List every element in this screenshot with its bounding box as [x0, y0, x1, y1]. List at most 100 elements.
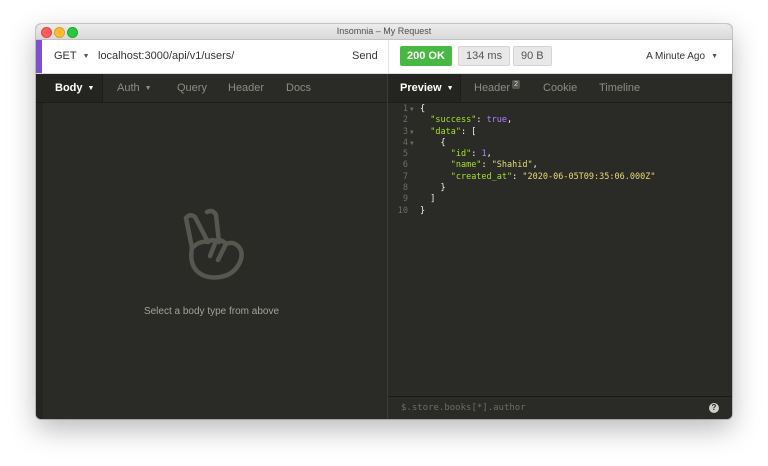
chevron-down-icon: ▼ — [711, 53, 718, 60]
tab-auth-label: Auth — [117, 82, 140, 94]
sidebar-edge — [36, 74, 43, 419]
code-token: : — [471, 149, 482, 160]
request-tabs: Body ▼ Auth ▼ Query Header Docs — [36, 74, 387, 103]
tab-cookie[interactable]: Cookie — [543, 74, 577, 102]
code-token: "success" — [430, 115, 477, 126]
help-icon[interactable]: ? — [709, 403, 719, 413]
code-token: : [ — [460, 126, 477, 137]
tab-preview-label: Preview — [400, 82, 442, 94]
tab-body[interactable]: Body ▼ — [55, 74, 94, 102]
code-text: { — [420, 104, 425, 115]
response-size-badge: 90 B — [513, 46, 552, 66]
url-input[interactable]: localhost:3000/api/v1/users/ — [98, 40, 234, 73]
code-text: ] — [420, 194, 435, 205]
line-number: 10 — [397, 205, 408, 216]
tab-query[interactable]: Query — [177, 74, 207, 102]
line-number: 4 — [402, 137, 408, 148]
code-line: 3 ▼ "data": [ — [388, 127, 732, 138]
tab-header[interactable]: Header — [228, 74, 264, 102]
code-token: } — [440, 183, 446, 194]
chevron-down-icon: ▼ — [87, 85, 95, 92]
code-line: 4 ▼ { — [388, 138, 732, 149]
tab-response-header-label: Header — [474, 82, 511, 94]
status-badge: 200 OK — [400, 46, 452, 66]
code-text: "id": 1, — [420, 149, 492, 160]
line-number: 1 — [402, 104, 408, 114]
response-time-badge: 134 ms — [458, 46, 511, 66]
code-token: { — [420, 104, 426, 114]
send-button[interactable]: Send — [352, 40, 378, 73]
response-viewer[interactable]: 1 ▼{2 "success": true, 3 ▼ "data": [4 ▼ {5 "… — [388, 104, 732, 217]
divider — [388, 40, 389, 73]
tab-preview[interactable]: Preview ▼ — [400, 74, 454, 102]
code-token: , — [486, 149, 492, 160]
code-token: } — [420, 205, 426, 216]
code-line: 8 } — [388, 183, 732, 194]
code-token: : — [512, 171, 523, 182]
code-line: 1 ▼ { — [388, 104, 732, 115]
window-title: Insomnia – My Request — [336, 26, 432, 36]
filter-bar: $.store.books[*].author ? — [388, 396, 732, 419]
url-bar: GET ▼ localhost:3000/api/v1/users/ Send 2… — [36, 40, 732, 74]
line-number: 3 — [402, 126, 408, 137]
response-tabs: Preview ▼ Header 2 Cookie Timeline — [388, 74, 732, 103]
header-count-badge: 2 — [512, 80, 520, 89]
chevron-down-icon: ▼ — [82, 53, 90, 60]
code-token: , — [507, 115, 513, 126]
code-token: : — [481, 160, 492, 171]
code-text: "data": [ — [420, 127, 476, 138]
time-ago-label: A Minute Ago — [646, 51, 706, 62]
tab-timeline[interactable]: Timeline — [599, 74, 640, 102]
response-history-dropdown[interactable]: A Minute Ago ▼ — [646, 40, 718, 73]
line-number: 6 — [402, 160, 408, 171]
title-bar: Insomnia – My Request — [36, 24, 732, 40]
code-text: } — [420, 206, 425, 217]
line-number: 5 — [402, 149, 408, 160]
code-line: 7 "created_at": "2020-06-05T09:35:06.000… — [388, 172, 732, 183]
tab-auth[interactable]: Auth ▼ — [117, 74, 152, 102]
app-window: Insomnia – My Request GET ▼ localhost:300… — [36, 24, 732, 419]
code-line: 2 "success": true, — [388, 115, 732, 126]
code-line: 9 ] — [388, 194, 732, 205]
code-token: { — [440, 137, 446, 148]
method-dropdown[interactable]: GET ▼ — [54, 40, 90, 73]
tab-separator — [460, 74, 461, 102]
line-number: 2 — [402, 115, 408, 126]
workspace-accent — [36, 40, 42, 73]
response-filter-input[interactable]: $.store.books[*].author — [401, 397, 526, 419]
fold-chevron-icon[interactable]: ▼ — [410, 104, 414, 115]
line-number: 8 — [402, 183, 408, 194]
response-pane: Preview ▼ Header 2 Cookie Timeline 1 ▼{2 "s… — [388, 74, 732, 419]
empty-body-message: Select a body type from above — [143, 306, 280, 317]
code-token: "2020-06-05T09:35:06.000Z" — [522, 171, 656, 182]
line-number: 7 — [402, 171, 408, 182]
code-token: "data" — [430, 126, 461, 137]
code-token: , — [532, 160, 538, 171]
code-text: } — [420, 183, 446, 194]
peace-hand-icon — [183, 208, 244, 280]
code-text: "success": true, — [420, 115, 512, 126]
fold-chevron-icon[interactable]: ▼ — [410, 138, 414, 149]
code-text: "created_at": "2020-06-05T09:35:06.000Z" — [420, 171, 656, 183]
code-token: ] — [430, 194, 436, 205]
code-line: 5 "id": 1, — [388, 149, 732, 160]
fold-chevron-icon[interactable]: ▼ — [410, 127, 414, 138]
tab-body-label: Body — [55, 82, 83, 94]
code-token: "created_at" — [450, 171, 513, 182]
tab-response-header[interactable]: Header 2 — [474, 74, 520, 102]
method-label: GET — [54, 50, 77, 62]
code-line: 6 "name": "Shahid", — [388, 160, 732, 171]
tab-docs[interactable]: Docs — [286, 74, 311, 102]
code-line: 10} — [388, 206, 732, 217]
code-token: "id" — [450, 149, 472, 160]
code-token: "Shahid" — [491, 160, 533, 171]
code-token: true — [486, 115, 508, 126]
